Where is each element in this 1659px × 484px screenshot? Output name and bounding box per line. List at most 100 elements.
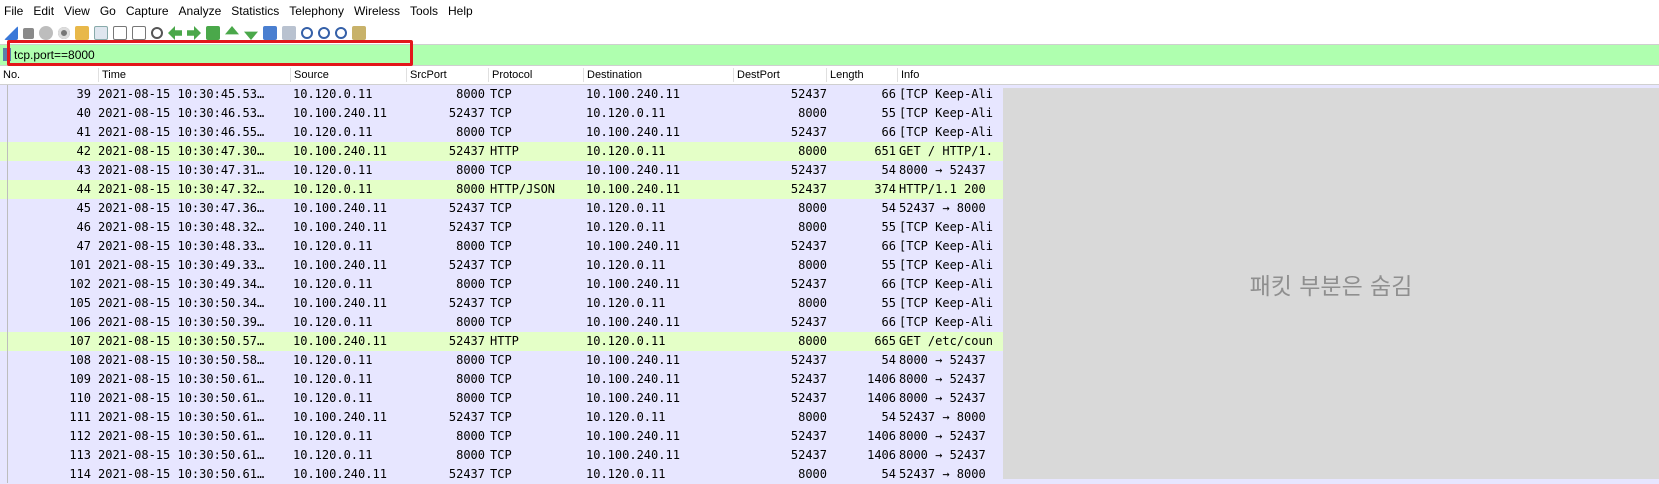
packet-cell-proto: TCP [490,372,512,386]
packet-cell-len: 66 [881,87,896,101]
packet-cell-proto: TCP [490,125,512,139]
packet-cell-no: 45 [76,201,91,215]
packet-cell-dport: 8000 [798,201,827,215]
packet-cell-dport: 52437 [790,315,827,329]
menu-capture[interactable]: Capture [121,4,174,18]
menu-go[interactable]: Go [95,4,121,18]
packet-cell-sport: 52437 [448,106,485,120]
packet-cell-info: 8000 → 52437 [899,448,986,462]
packet-cell-dport: 8000 [798,106,827,120]
menu-view[interactable]: View [59,4,95,18]
close-file-icon[interactable] [113,26,127,40]
shark-fin-icon[interactable] [4,26,18,40]
packet-cell-len: 374 [874,182,896,196]
column-header-srcport[interactable]: SrcPort [406,68,447,82]
packet-cell-sport: 52437 [448,220,485,234]
packet-cell-dst: 10.120.0.11 [586,258,666,272]
packet-cell-time: 2021-08-15 10:30:50.61… [98,448,265,462]
packet-cell-dport: 52437 [790,372,827,386]
packet-cell-info: 52437 → 8000 [899,410,986,424]
packet-cell-dst: 10.120.0.11 [586,106,666,120]
menu-help[interactable]: Help [443,4,478,18]
packet-cell-no: 111 [69,410,91,424]
menu-tools[interactable]: Tools [405,4,443,18]
packet-cell-no: 109 [69,372,91,386]
restart-icon[interactable] [39,26,53,40]
menu-telephony[interactable]: Telephony [284,4,349,18]
menu-edit[interactable]: Edit [28,4,59,18]
gutter-line [7,85,8,483]
packet-cell-sport: 52437 [448,467,485,481]
packet-cell-src: 10.100.240.11 [293,201,387,215]
packet-cell-time: 2021-08-15 10:30:50.61… [98,467,265,481]
packet-cell-info: [TCP Keep-Ali [899,106,993,120]
go-last-icon[interactable] [244,31,258,40]
packet-cell-info: 52437 → 8000 [899,201,986,215]
zoom-out-icon[interactable] [318,27,330,39]
go-forward-icon[interactable] [187,26,201,40]
packet-cell-dst: 10.120.0.11 [586,220,666,234]
menu-wireless[interactable]: Wireless [349,4,405,18]
menu-analyze[interactable]: Analyze [174,4,227,18]
column-header-length[interactable]: Length [826,68,864,82]
packet-cell-len: 66 [881,239,896,253]
go-to-packet-icon[interactable] [206,26,220,40]
packet-cell-dst: 10.100.240.11 [586,429,680,443]
packet-cell-no: 46 [76,220,91,234]
go-back-icon[interactable] [168,26,182,40]
save-file-icon[interactable] [94,26,108,40]
packet-cell-proto: TCP [490,277,512,291]
packet-cell-info: [TCP Keep-Ali [899,220,993,234]
packet-cell-time: 2021-08-15 10:30:50.34… [98,296,265,310]
packet-cell-len: 55 [881,296,896,310]
packet-cell-proto: TCP [490,87,512,101]
packet-cell-dst: 10.100.240.11 [586,125,680,139]
packet-cell-sport: 52437 [448,144,485,158]
menu-statistics[interactable]: Statistics [226,4,284,18]
packet-cell-len: 54 [881,201,896,215]
packet-cell-len: 66 [881,125,896,139]
packet-cell-proto: HTTP [490,334,519,348]
packet-cell-dst: 10.120.0.11 [586,334,666,348]
go-first-icon[interactable] [225,26,239,35]
autoscroll-icon[interactable] [263,26,277,40]
column-header-destination[interactable]: Destination [583,68,642,82]
column-header-no[interactable]: No. [0,68,20,82]
packet-cell-info: [TCP Keep-Ali [899,125,993,139]
capture-options-icon[interactable] [58,27,70,39]
packet-cell-no: 110 [69,391,91,405]
packet-cell-proto: TCP [490,163,512,177]
packet-cell-dport: 8000 [798,220,827,234]
packet-cell-dst: 10.100.240.11 [586,448,680,462]
colorize-icon[interactable] [282,26,296,40]
column-header-destport[interactable]: DestPort [733,68,780,82]
reload-icon[interactable] [132,26,146,40]
zoom-normal-icon[interactable] [335,27,347,39]
redaction-overlay: 패킷 부분은 숨김 [1003,88,1659,479]
packet-cell-info: 8000 → 52437 [899,372,986,386]
packet-cell-dport: 52437 [790,182,827,196]
column-header-source[interactable]: Source [290,68,329,82]
packet-cell-dport: 52437 [790,277,827,291]
resize-columns-icon[interactable] [352,26,366,40]
packet-cell-info: GET /etc/coun [899,334,993,348]
zoom-in-icon[interactable] [301,27,313,39]
packet-cell-dst: 10.100.240.11 [586,353,680,367]
packet-cell-time: 2021-08-15 10:30:50.61… [98,391,265,405]
packet-cell-info: HTTP/1.1 200 [899,182,986,196]
packet-cell-len: 665 [874,334,896,348]
packet-cell-dport: 52437 [790,87,827,101]
packet-cell-no: 112 [69,429,91,443]
column-header-info[interactable]: Info [897,68,919,82]
packet-cell-no: 114 [69,467,91,481]
open-file-icon[interactable] [75,26,89,40]
packet-cell-len: 1406 [867,448,896,462]
stop-icon[interactable] [23,27,34,39]
packet-cell-time: 2021-08-15 10:30:50.58… [98,353,265,367]
column-header-time[interactable]: Time [98,68,126,82]
menu-file[interactable]: File [0,4,28,18]
packet-cell-proto: HTTP [490,144,519,158]
find-packet-icon[interactable] [151,27,163,39]
packet-cell-dst: 10.120.0.11 [586,201,666,215]
column-header-protocol[interactable]: Protocol [488,68,532,82]
